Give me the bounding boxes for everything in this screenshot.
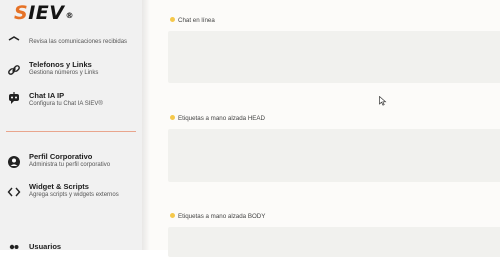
section-label-body: Etiquetas a mano alzada BODY — [170, 212, 265, 220]
section-label-head: Etiquetas a mano alzada HEAD — [170, 114, 265, 122]
code-icon — [6, 185, 22, 201]
status-dot-icon — [170, 16, 175, 22]
sidebar-item-inbox[interactable]: Revisa las comunicaciones recibidas — [6, 30, 140, 46]
profile-icon — [6, 155, 22, 171]
link-icon — [6, 63, 22, 79]
sidebar-item-subtitle: Administra tu perfil corporativo — [29, 162, 111, 168]
sidebar-shadow — [142, 0, 150, 250]
chat-icon — [6, 32, 22, 48]
sidebar-item-telefonos[interactable]: Telefonos y Links Gestiona números y Lin… — [6, 60, 140, 82]
sidebar-divider — [6, 131, 136, 132]
robot-chat-icon — [6, 91, 22, 107]
sidebar-item-label: Chat IA IP — [29, 91, 65, 100]
sidebar-item-subtitle: Revisa las comunicaciones recibidas — [29, 39, 128, 45]
body-tags-field[interactable] — [168, 227, 500, 257]
head-tags-field[interactable] — [168, 129, 500, 182]
sidebar-item-usuarios[interactable]: Usuarios — [6, 242, 140, 250]
chat-en-linea-field[interactable] — [168, 31, 500, 83]
sidebar-item-label: Widget & Scripts — [29, 182, 89, 191]
sidebar-item-subtitle: Gestiona números y Links — [29, 70, 99, 76]
status-dot-icon — [170, 212, 175, 218]
sidebar-item-perfil[interactable]: Perfil Corporativo Administra tu perfil … — [6, 152, 140, 174]
sidebar-item-label: Telefonos y Links — [29, 60, 92, 69]
mouse-cursor-icon — [379, 96, 387, 106]
sidebar-item-subtitle: Agrega scripts y widgets externos — [29, 192, 119, 198]
status-dot-icon — [170, 114, 175, 120]
users-icon — [6, 242, 22, 250]
sidebar-item-chat-ia[interactable]: Chat IA IP Configura tu Chat IA SIEV® — [6, 91, 140, 113]
main-content: Chat en línea Etiquetas a mano alzada HE… — [142, 0, 500, 257]
sidebar: SIEV® Revisa las comunicaciones recibida… — [0, 0, 142, 250]
siev-logo[interactable]: SIEV® — [14, 2, 74, 24]
sidebar-item-subtitle: Configura tu Chat IA SIEV® — [29, 101, 103, 107]
sidebar-item-widget[interactable]: Widget & Scripts Agrega scripts y widget… — [6, 182, 140, 204]
sidebar-item-label: Usuarios — [29, 242, 62, 250]
sidebar-item-label: Perfil Corporativo — [29, 152, 93, 161]
section-label-chat: Chat en línea — [170, 16, 215, 24]
